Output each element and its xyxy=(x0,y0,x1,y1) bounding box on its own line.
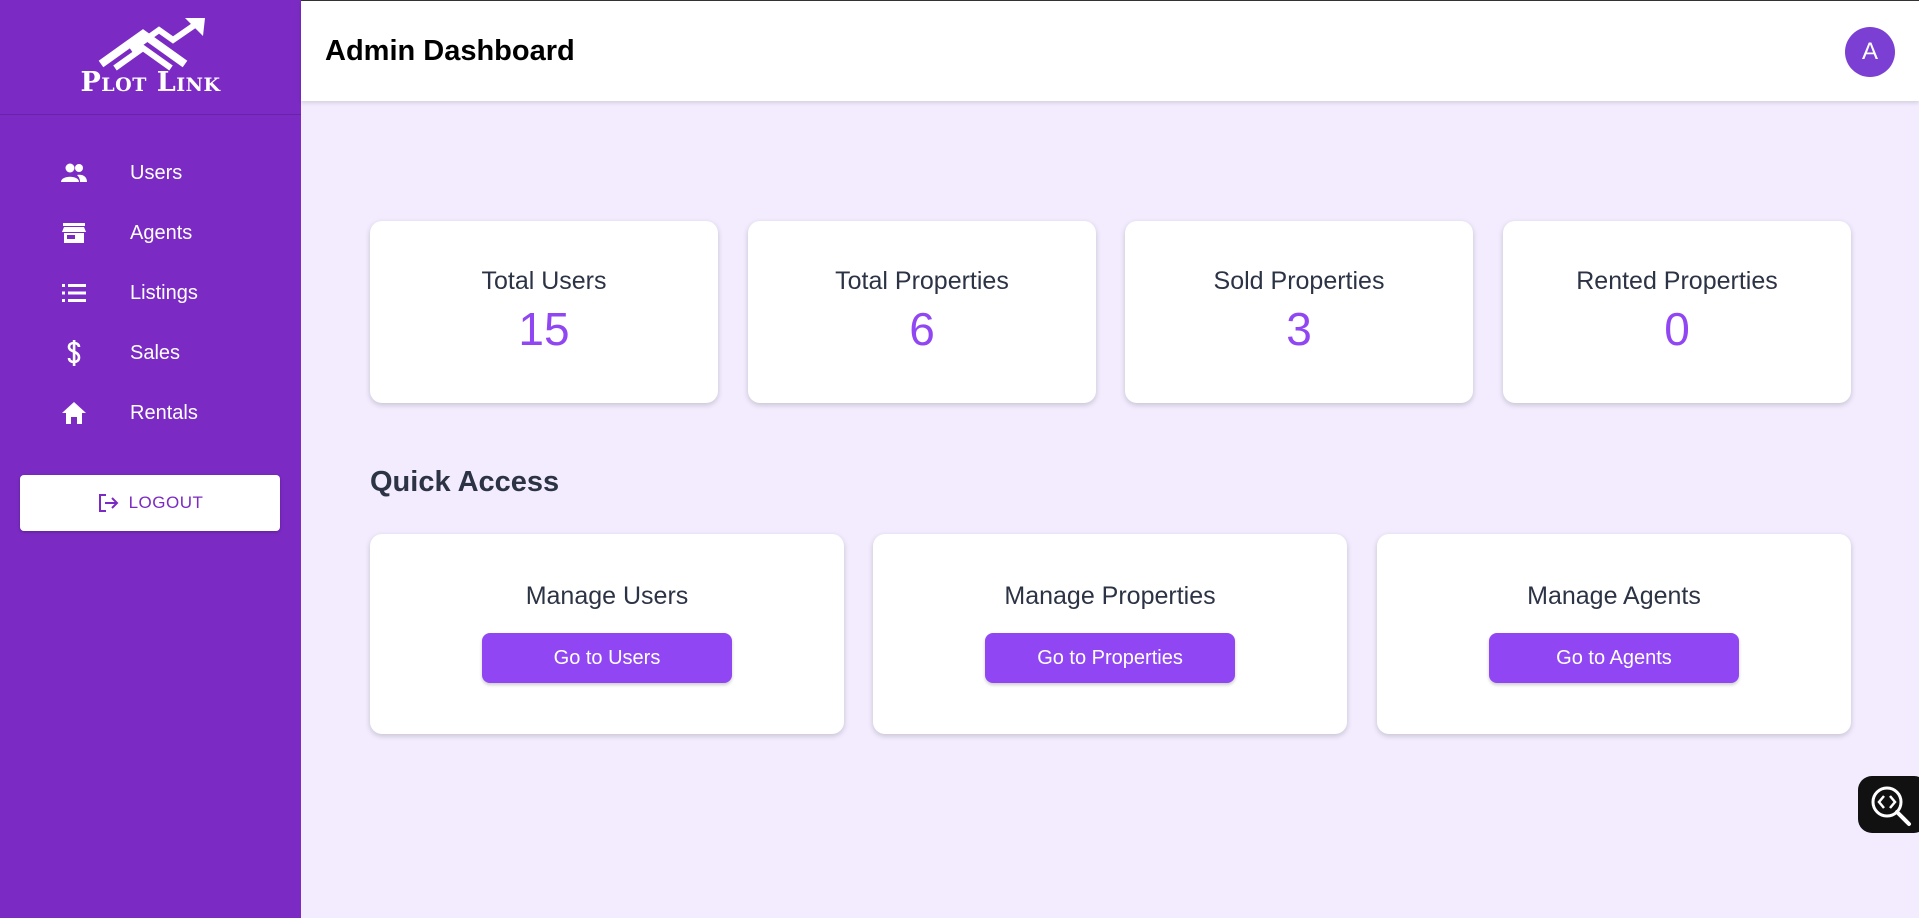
quick-access-label: Manage Agents xyxy=(1527,582,1701,610)
sidebar-item-agents[interactable]: Agents xyxy=(0,203,301,263)
list-icon xyxy=(60,279,88,307)
stat-value: 3 xyxy=(1286,303,1312,355)
stat-label: Sold Properties xyxy=(1213,267,1385,295)
sidebar-nav: Users Agents Listings Sales Rentals xyxy=(0,143,301,443)
quick-access-card-agents: Manage Agents Go to Agents xyxy=(1377,534,1851,734)
stat-label: Total Users xyxy=(481,267,607,295)
inspector-widget-button[interactable] xyxy=(1858,776,1919,833)
users-icon xyxy=(60,159,88,187)
sidebar-item-label: Rentals xyxy=(130,401,198,424)
quick-access-title: Quick Access xyxy=(370,466,560,498)
page-title: Admin Dashboard xyxy=(325,35,575,67)
logout-icon xyxy=(98,494,119,512)
code-search-icon xyxy=(1871,786,1911,826)
quick-access-card-properties: Manage Properties Go to Properties xyxy=(873,534,1347,734)
dollar-icon xyxy=(60,339,88,367)
quick-access-label: Manage Users xyxy=(525,582,689,610)
top-bar: Admin Dashboard A xyxy=(301,0,1919,101)
stat-card-rented-properties: Rented Properties 0 xyxy=(1503,221,1851,403)
go-to-agents-button[interactable]: Go to Agents xyxy=(1489,633,1739,683)
stat-label: Total Properties xyxy=(835,267,1009,295)
go-to-properties-button[interactable]: Go to Properties xyxy=(985,633,1235,683)
stat-value: 15 xyxy=(518,303,570,355)
sidebar-item-listings[interactable]: Listings xyxy=(0,263,301,323)
quick-access-card-users: Manage Users Go to Users xyxy=(370,534,844,734)
stat-card-total-properties: Total Properties 6 xyxy=(748,221,1096,403)
sidebar: Plot Link Users Agents Listings Sales Re… xyxy=(0,0,301,918)
plotlink-logo[interactable]: Plot Link xyxy=(71,12,231,102)
home-icon xyxy=(60,399,88,427)
sidebar-item-label: Agents xyxy=(130,221,193,244)
avatar[interactable]: A xyxy=(1845,27,1895,77)
logo-area: Plot Link xyxy=(0,0,301,115)
sidebar-item-users[interactable]: Users xyxy=(0,143,301,203)
store-icon xyxy=(60,219,88,247)
sidebar-item-label: Users xyxy=(130,161,183,184)
stat-card-sold-properties: Sold Properties 3 xyxy=(1125,221,1473,403)
logo-text: Plot Link xyxy=(80,67,221,98)
stat-card-total-users: Total Users 15 xyxy=(370,221,718,403)
logout-label: LOGOUT xyxy=(128,493,204,512)
sidebar-item-rentals[interactable]: Rentals xyxy=(0,383,301,443)
logout-button[interactable]: LOGOUT xyxy=(20,475,280,531)
stat-value: 0 xyxy=(1664,303,1690,355)
quick-access-label: Manage Properties xyxy=(1004,582,1216,610)
sidebar-item-label: Listings xyxy=(130,281,198,304)
sidebar-item-sales[interactable]: Sales xyxy=(0,323,301,383)
sidebar-item-label: Sales xyxy=(130,341,181,364)
go-to-users-button[interactable]: Go to Users xyxy=(482,633,732,683)
stat-label: Rented Properties xyxy=(1576,267,1778,295)
stat-value: 6 xyxy=(909,303,935,355)
